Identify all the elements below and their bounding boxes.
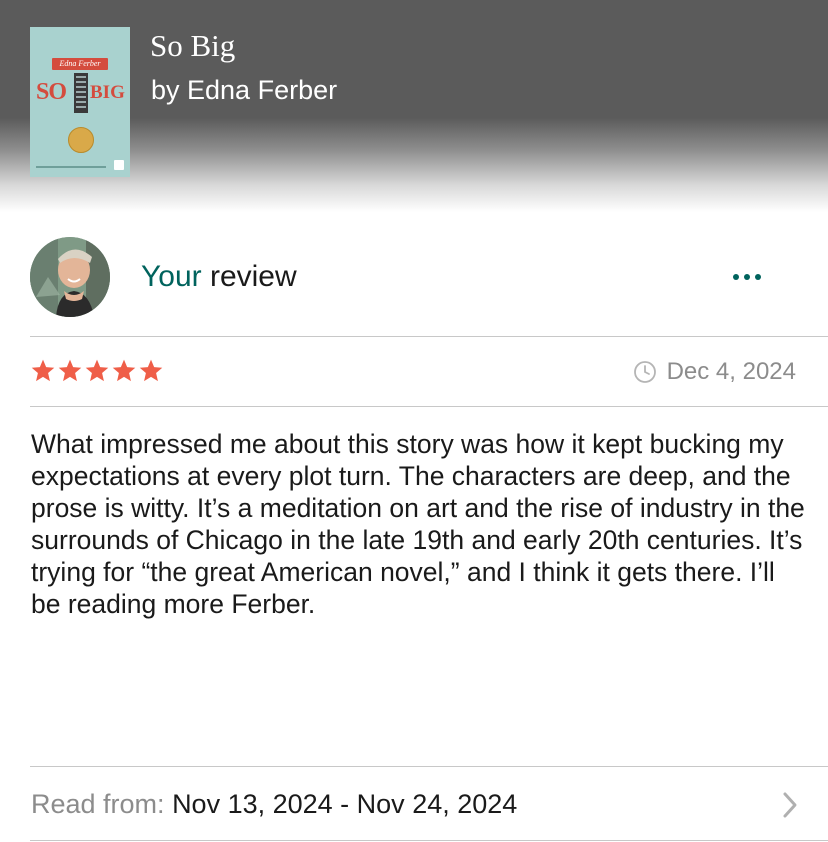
chevron-right-icon <box>783 792 797 818</box>
divider <box>30 336 828 337</box>
review-date-group: Dec 4, 2024 <box>633 357 796 387</box>
review-heading-rest: review <box>201 260 297 293</box>
book-cover-image[interactable]: Edna Ferber SO BIG <box>30 27 130 177</box>
user-avatar[interactable] <box>30 237 110 317</box>
cover-publisher-logo <box>114 160 124 170</box>
cover-title-left: SO <box>36 79 67 105</box>
more-dot <box>755 274 761 280</box>
book-header: Edna Ferber SO BIG So Big by Edna Ferber <box>0 0 828 215</box>
divider <box>30 406 828 407</box>
review-date: Dec 4, 2024 <box>666 358 796 385</box>
book-title[interactable]: So Big <box>150 28 235 64</box>
read-dates-line: Read from: Nov 13, 2024 - Nov 24, 2024 <box>31 788 517 820</box>
star-icon[interactable] <box>111 358 137 384</box>
review-heading: Your review <box>141 259 297 295</box>
book-author[interactable]: by Edna Ferber <box>151 74 337 106</box>
cover-award-seal <box>68 127 94 153</box>
cover-title-right: BIG <box>90 82 125 103</box>
star-icon[interactable] <box>84 358 110 384</box>
more-dot <box>744 274 750 280</box>
clock-icon <box>633 361 656 383</box>
more-options-button[interactable] <box>725 262 769 292</box>
cover-publisher-strip <box>36 166 106 168</box>
star-icon[interactable] <box>30 358 56 384</box>
review-heading-accent: Your <box>141 260 202 293</box>
read-dates-value: Nov 13, 2024 - Nov 24, 2024 <box>172 789 518 819</box>
read-from-label: Read from: <box>31 789 173 819</box>
read-dates-row[interactable]: Read from: Nov 13, 2024 - Nov 24, 2024 <box>0 767 828 841</box>
cover-building-graphic <box>74 73 88 113</box>
cover-author-banner: Edna Ferber <box>52 58 108 70</box>
star-icon[interactable] <box>57 358 83 384</box>
avatar-photo <box>30 237 110 317</box>
star-rating[interactable] <box>30 358 164 384</box>
divider <box>30 840 828 841</box>
more-dot <box>733 274 739 280</box>
star-icon[interactable] <box>138 358 164 384</box>
review-text: What impressed me about this story was h… <box>31 429 805 619</box>
